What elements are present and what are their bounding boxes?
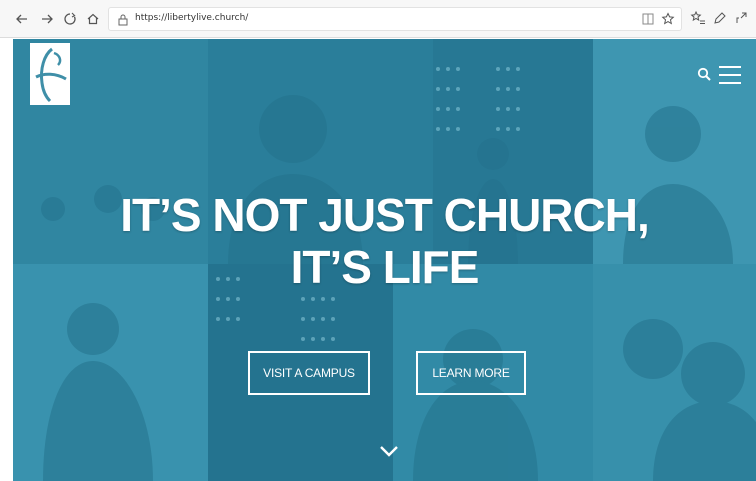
home-icon[interactable]	[83, 9, 103, 29]
search-icon[interactable]	[697, 67, 711, 81]
forward-icon[interactable]	[37, 9, 57, 29]
hero-headline: IT’S NOT JUST CHURCH, IT’S LIFE	[13, 189, 756, 293]
address-bar[interactable]: https://libertylive.church/	[108, 7, 682, 31]
pen-icon[interactable]	[712, 10, 728, 26]
hero-section: IT’S NOT JUST CHURCH, IT’S LIFE VISIT A …	[13, 39, 756, 481]
headline-line-2: IT’S LIFE	[290, 241, 480, 293]
reading-view-icon[interactable]	[641, 12, 655, 26]
browser-toolbar: https://libertylive.church/	[0, 0, 756, 38]
favorite-star-icon[interactable]	[661, 12, 675, 26]
headline-line-1: IT’S NOT JUST CHURCH,	[120, 189, 649, 241]
learn-more-button[interactable]: LEARN MORE	[416, 351, 526, 395]
refresh-icon[interactable]	[60, 9, 80, 29]
chevron-down-icon[interactable]	[379, 444, 399, 458]
logo[interactable]	[30, 43, 70, 105]
visit-campus-button[interactable]: VISIT A CAMPUS	[248, 351, 370, 395]
menu-icon[interactable]	[719, 66, 741, 84]
back-icon[interactable]	[12, 9, 32, 29]
favorites-icon[interactable]	[690, 10, 706, 26]
lock-icon	[118, 14, 128, 26]
share-icon[interactable]	[734, 10, 750, 26]
url-text: https://libertylive.church/	[135, 13, 249, 23]
